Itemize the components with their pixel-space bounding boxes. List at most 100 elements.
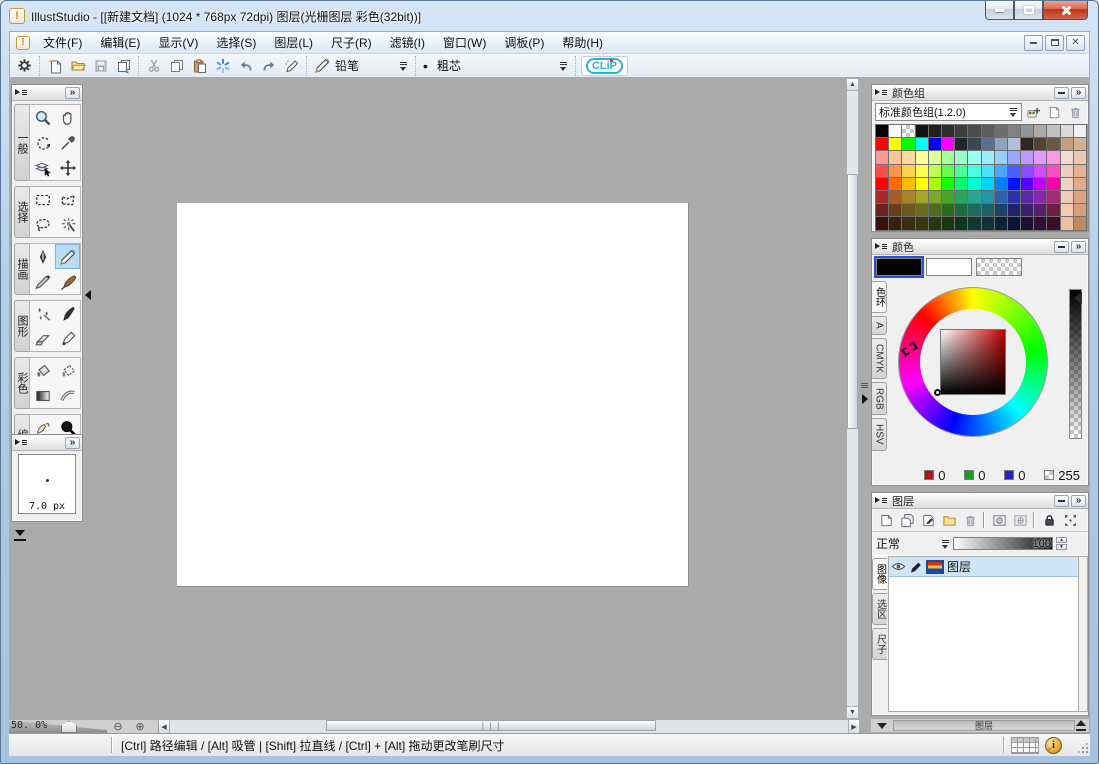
color-swatch[interactable] — [1021, 125, 1033, 137]
color-swatch[interactable] — [902, 217, 914, 229]
polyline-select-tool[interactable] — [55, 187, 80, 212]
color-swatch[interactable] — [929, 125, 941, 137]
color-swatch[interactable] — [982, 151, 994, 163]
color-swatch[interactable] — [1034, 138, 1046, 150]
transparent-color-chip[interactable] — [976, 258, 1022, 276]
save-button[interactable] — [89, 55, 112, 77]
color-swatch[interactable] — [1034, 125, 1046, 137]
clip-button[interactable]: CLiP — [581, 56, 628, 76]
eraser-tool[interactable] — [30, 326, 55, 351]
color-swatch[interactable] — [942, 138, 954, 150]
color-swatch[interactable] — [1008, 191, 1020, 203]
color-swatch[interactable] — [1021, 138, 1033, 150]
color-swatch[interactable] — [916, 125, 928, 137]
color-tab-HSV[interactable]: HSV — [872, 418, 887, 451]
scroll-down-button[interactable]: ▼ — [847, 706, 858, 718]
color-swatch[interactable] — [889, 125, 901, 137]
color-swatch[interactable] — [1047, 125, 1059, 137]
color-swatch[interactable] — [942, 151, 954, 163]
color-tab-RGB[interactable]: RGB — [872, 382, 887, 416]
scroll-left-button[interactable]: ◀ — [159, 720, 170, 733]
menu-item-9[interactable]: 帮助(H) — [553, 32, 612, 53]
color-swatch[interactable] — [1021, 217, 1033, 229]
zoom-tool[interactable] — [30, 105, 55, 130]
color-swatch[interactable] — [916, 165, 928, 177]
blue-value[interactable]: 0 — [1018, 468, 1032, 483]
color-swatch[interactable] — [876, 165, 888, 177]
layer-mask-button[interactable] — [990, 512, 1009, 529]
cut-button[interactable] — [142, 55, 165, 77]
panel-expand-button[interactable]: » — [1071, 241, 1086, 253]
dock-eject-button[interactable] — [1075, 720, 1089, 731]
color-swatch[interactable] — [1021, 191, 1033, 203]
opacity-slider[interactable]: 100 — [953, 537, 1053, 550]
new-layer-below-button[interactable] — [898, 512, 917, 529]
eye-icon[interactable] — [891, 559, 906, 574]
color-swatch[interactable] — [968, 151, 980, 163]
marker-tool[interactable] — [30, 269, 55, 294]
panel-expand-button[interactable]: » — [65, 87, 80, 99]
convert-layer-button[interactable] — [919, 512, 938, 529]
color-swatch[interactable] — [889, 204, 901, 216]
color-swatch[interactable] — [982, 217, 994, 229]
color-swatch[interactable] — [902, 165, 914, 177]
current-tool-dropdown[interactable]: 铅笔 — [310, 55, 412, 77]
lock-layer-button[interactable] — [1040, 512, 1059, 529]
color-swatch[interactable] — [929, 178, 941, 190]
color-swatch[interactable] — [942, 204, 954, 216]
color-swatch[interactable] — [1074, 151, 1086, 163]
color-swatch[interactable] — [1034, 151, 1046, 163]
color-swatch[interactable] — [929, 138, 941, 150]
color-swatch[interactable] — [955, 217, 967, 229]
color-swatch[interactable] — [916, 178, 928, 190]
panel-expand-button[interactable]: » — [1071, 495, 1086, 507]
undo-button[interactable] — [234, 55, 257, 77]
menu-item-6[interactable]: 滤镜(I) — [381, 32, 434, 53]
scroll-right-button[interactable]: ▶ — [848, 720, 859, 733]
color-swatch[interactable] — [968, 165, 980, 177]
layer-tab-选区[interactable]: 选区 — [872, 593, 887, 625]
layer-name[interactable]: 图层 — [947, 558, 971, 575]
color-swatch[interactable] — [916, 138, 928, 150]
color-tab-色环[interactable]: 色环 — [872, 281, 887, 313]
color-swatch[interactable] — [1034, 191, 1046, 203]
color-swatch[interactable] — [1008, 178, 1020, 190]
color-swatch[interactable] — [902, 138, 914, 150]
blend-mode-dropdown-icon[interactable] — [941, 539, 950, 549]
new-folder-button[interactable] — [940, 512, 959, 529]
alpha-slider-marker[interactable] — [1074, 292, 1082, 304]
watercolor-tool[interactable] — [55, 269, 80, 294]
color-swatch[interactable] — [995, 125, 1007, 137]
panel-menu-icon[interactable] — [14, 438, 28, 447]
menu-item-7[interactable]: 窗口(W) — [434, 32, 495, 53]
color-swatch[interactable] — [995, 204, 1007, 216]
color-swatch[interactable] — [1034, 204, 1046, 216]
add-color-button[interactable] — [1024, 104, 1043, 121]
layer-tab-尺子[interactable]: 尺子 — [872, 628, 887, 660]
panel-menu-icon[interactable] — [14, 88, 28, 97]
color-swatch[interactable] — [995, 217, 1007, 229]
color-swatch[interactable] — [1074, 217, 1086, 229]
collapse-dock-icon[interactable] — [14, 530, 27, 541]
color-swatch[interactable] — [942, 217, 954, 229]
color-swatch[interactable] — [982, 138, 994, 150]
color-swatch[interactable] — [1008, 165, 1020, 177]
horizontal-scrollbar-thumb[interactable]: ❘❘❘ — [326, 720, 656, 731]
color-swatch[interactable] — [929, 151, 941, 163]
color-swatch[interactable] — [876, 178, 888, 190]
redo-button[interactable] — [257, 55, 280, 77]
color-swatch[interactable] — [929, 217, 941, 229]
color-swatch[interactable] — [876, 138, 888, 150]
color-swatch[interactable] — [1061, 165, 1073, 177]
dock-collapse-button[interactable] — [871, 723, 893, 729]
color-swatch[interactable] — [955, 165, 967, 177]
select-layer-tool[interactable] — [30, 155, 55, 180]
color-swatch[interactable] — [889, 151, 901, 163]
color-swatch[interactable] — [1021, 165, 1033, 177]
mdi-restore-button[interactable] — [1045, 35, 1064, 51]
panel-menu-icon[interactable] — [874, 242, 888, 251]
right-dock-splitter[interactable] — [859, 78, 871, 733]
brush-tool[interactable] — [55, 301, 80, 326]
tool-group-label[interactable]: 描画 — [14, 243, 29, 295]
copy-button[interactable] — [165, 55, 188, 77]
